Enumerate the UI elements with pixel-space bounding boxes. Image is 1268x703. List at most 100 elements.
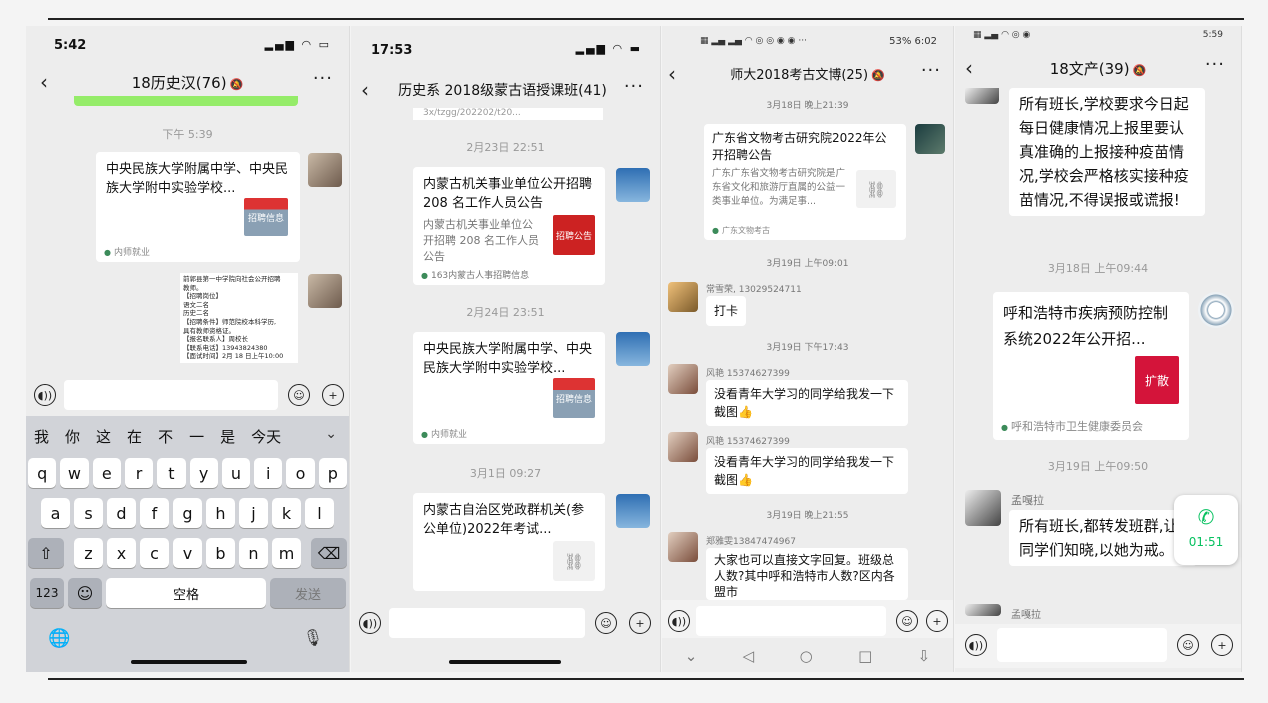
back-icon[interactable]: ‹ — [40, 70, 48, 94]
send-key[interactable]: 发送 — [270, 578, 346, 608]
message-bubble[interactable]: 所有班长,学校要求今日起每日健康情况上报里要认真准确的上报接种疫苗情况,学校会严… — [1009, 88, 1205, 216]
emoji-key-icon[interactable]: ☺ — [68, 578, 102, 608]
key-j[interactable]: j — [239, 498, 268, 528]
avatar[interactable] — [616, 332, 650, 366]
voice-call-floating-button[interactable]: ✆ 01:51 — [1174, 495, 1238, 565]
avatar[interactable] — [1198, 292, 1234, 328]
key-i[interactable]: i — [254, 458, 283, 488]
key-y[interactable]: y — [189, 458, 218, 488]
key-x[interactable]: x — [107, 538, 136, 568]
emoji-icon[interactable]: ☺ — [595, 612, 617, 634]
voice-icon[interactable]: ◖)) — [965, 634, 987, 656]
candidate-word[interactable]: 是 — [220, 426, 235, 447]
key-w[interactable]: w — [60, 458, 89, 488]
key-o[interactable]: o — [286, 458, 315, 488]
key-e[interactable]: e — [92, 458, 121, 488]
key-z[interactable]: z — [74, 538, 103, 568]
microphone-icon[interactable]: 🎙 — [303, 628, 323, 647]
key-f[interactable]: f — [140, 498, 169, 528]
plus-icon[interactable]: + — [629, 612, 651, 634]
key-u[interactable]: u — [221, 458, 251, 488]
key-a[interactable]: a — [41, 498, 70, 528]
message-bubble[interactable]: 所有班长,都转发班群,让同学们知晓,以她为戒。 — [1009, 510, 1197, 566]
avatar[interactable] — [668, 364, 698, 394]
avatar[interactable] — [915, 124, 945, 154]
key-s[interactable]: s — [74, 498, 103, 528]
more-icon[interactable]: ··· — [624, 76, 644, 97]
space-key[interactable]: 空格 — [106, 578, 266, 608]
more-icon[interactable]: ··· — [921, 60, 941, 81]
avatar[interactable] — [668, 432, 698, 462]
key-v[interactable]: v — [173, 538, 202, 568]
candidate-word[interactable]: 这 — [96, 426, 111, 447]
shift-icon[interactable]: ⇧ — [28, 538, 64, 568]
article-card[interactable]: 内蒙古自治区党政群机关(参公单位)2022年考试... ⛓ — [413, 493, 605, 591]
candidate-word[interactable]: 在 — [127, 426, 142, 447]
plus-icon[interactable]: + — [322, 384, 344, 406]
chevron-down-icon[interactable]: ⌄ — [685, 647, 698, 665]
chevron-down-icon[interactable]: ⌄ — [325, 426, 337, 442]
avatar[interactable] — [668, 532, 698, 562]
key-m[interactable]: m — [272, 538, 301, 568]
back-icon[interactable]: ‹ — [668, 62, 676, 86]
key-d[interactable]: d — [107, 498, 136, 528]
voice-icon[interactable]: ◖)) — [359, 612, 381, 634]
key-t[interactable]: t — [157, 458, 186, 488]
article-card[interactable]: 中央民族大学附属中学、中央民族大学附中实验学校... 招聘信息 内师就业 — [96, 152, 300, 262]
message-bubble[interactable]: 打卡 — [706, 296, 747, 326]
candidate-word[interactable]: 不 — [158, 426, 173, 447]
message-input[interactable] — [389, 608, 585, 638]
keyboard-hide-icon[interactable]: ⇩ — [918, 647, 931, 665]
message-bubble[interactable]: 没看青年大学习的同学给我发一下截图👍 — [706, 380, 908, 426]
candidate-word[interactable]: 一 — [189, 426, 204, 447]
plus-icon[interactable]: + — [1211, 634, 1233, 656]
candidate-word[interactable]: 今天 — [251, 426, 281, 447]
home-circle-icon[interactable]: ○ — [800, 647, 813, 665]
article-card[interactable]: 呼和浩特市疾病预防控制系统2022年公开招... 扩散 呼和浩特市卫生健康委员会 — [993, 292, 1189, 440]
avatar[interactable] — [308, 274, 342, 308]
key-c[interactable]: c — [140, 538, 169, 568]
voice-icon[interactable]: ◖)) — [34, 384, 56, 406]
key-p[interactable]: p — [318, 458, 347, 488]
key-h[interactable]: h — [206, 498, 235, 528]
key-b[interactable]: b — [206, 538, 235, 568]
article-card[interactable]: 内蒙古机关事业单位公开招聘 208 名工作人员公告 内蒙古机关事业单位公开招聘 … — [413, 167, 605, 285]
candidate-word[interactable]: 你 — [65, 426, 80, 447]
message-bubble[interactable]: 没看青年大学习的同学给我发一下截图👍 — [706, 448, 908, 494]
key-r[interactable]: r — [124, 458, 154, 488]
globe-icon[interactable]: 🌐 — [48, 628, 70, 649]
key-123[interactable]: 123 — [30, 578, 64, 608]
avatar[interactable] — [616, 168, 650, 202]
emoji-icon[interactable]: ☺ — [288, 384, 310, 406]
more-icon[interactable]: ··· — [313, 68, 333, 89]
article-card[interactable]: 广东省文物考古研究院2022年公开招聘公告 广东广东省文物考古研究院是广东省文化… — [704, 124, 906, 240]
image-message[interactable]: 前郭县第一中学院向社会公开招聘 教师。 【招聘岗位】 语文二名 历史二名 【招聘条件】师范… — [180, 273, 298, 363]
avatar[interactable] — [668, 282, 698, 312]
avatar[interactable] — [308, 153, 342, 187]
emoji-icon[interactable]: ☺ — [896, 610, 918, 632]
avatar[interactable] — [965, 490, 1001, 526]
key-k[interactable]: k — [272, 498, 301, 528]
message-bubble[interactable]: 大家也可以直接文字回复。班级总人数?其中呼和浩特市人数?区内各盟市 — [706, 548, 908, 600]
back-icon[interactable]: ‹ — [361, 78, 369, 102]
voice-icon[interactable]: ◖)) — [668, 610, 690, 632]
avatar[interactable] — [616, 494, 650, 528]
key-l[interactable]: l — [305, 498, 334, 528]
avatar[interactable] — [965, 88, 999, 104]
more-icon[interactable]: ··· — [1205, 54, 1225, 75]
candidate-word[interactable]: 我 — [34, 426, 49, 447]
delete-icon[interactable]: ⌫ — [311, 538, 347, 568]
recents-square-icon[interactable]: □ — [858, 647, 872, 665]
emoji-icon[interactable]: ☺ — [1177, 634, 1199, 656]
key-g[interactable]: g — [173, 498, 202, 528]
message-input[interactable] — [696, 606, 886, 636]
message-input[interactable] — [997, 628, 1167, 662]
back-triangle-icon[interactable]: ◁ — [743, 647, 755, 665]
message-input[interactable] — [64, 380, 278, 410]
plus-icon[interactable]: + — [926, 610, 948, 632]
avatar[interactable] — [965, 604, 1001, 616]
back-icon[interactable]: ‹ — [965, 56, 973, 80]
key-q[interactable]: q — [28, 458, 57, 488]
article-card[interactable]: 中央民族大学附属中学、中央民族大学附中实验学校... 招聘信息 内师就业 — [413, 332, 605, 444]
key-n[interactable]: n — [239, 538, 268, 568]
